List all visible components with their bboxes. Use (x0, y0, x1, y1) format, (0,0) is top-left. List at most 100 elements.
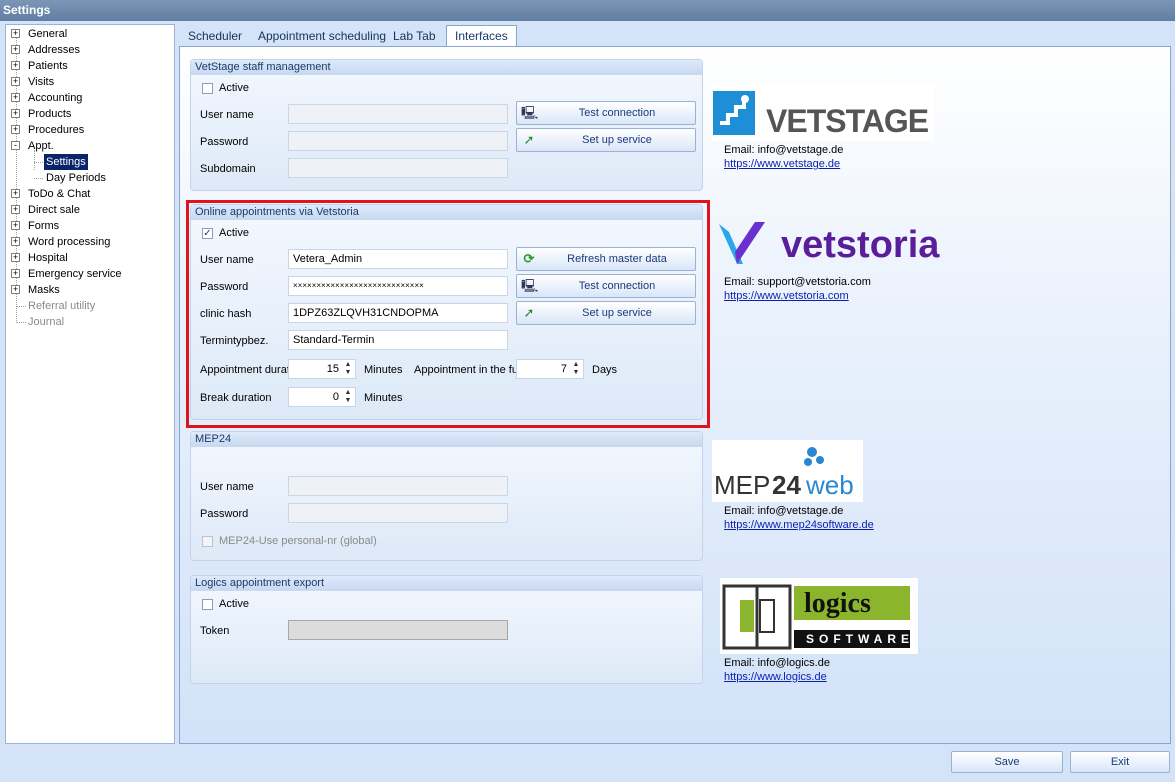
tree-item[interactable]: + Patients (6, 58, 174, 74)
monitor-icon: 🖳 (521, 105, 539, 120)
tree-item-label: Procedures (28, 124, 85, 136)
mep24-logo-text-a: MEP (714, 470, 771, 500)
tree-item[interactable]: + Masks (6, 282, 174, 298)
tree-item-label: Products (28, 108, 72, 120)
vetstage-logo: VETSTAGE (712, 85, 934, 141)
tree-item[interactable]: + Accounting (6, 90, 174, 106)
vetstoria-logo: vetstoria (715, 218, 963, 270)
tab-interfaces[interactable]: Interfaces (446, 25, 517, 47)
logics-email: Email: info@logics.de (724, 657, 830, 669)
vetstage-subdomain-label: Subdomain (200, 163, 256, 175)
exit-button[interactable]: Exit (1070, 751, 1170, 773)
vetstage-group-title: VetStage staff management (191, 60, 702, 75)
mep24-username-label: User name (200, 481, 254, 493)
mep24-logo: MEP 24 web (712, 440, 863, 502)
vetstoria-contact: Email: support@vetstoria.com https://www… (724, 276, 871, 302)
expand-icon[interactable]: + (11, 269, 20, 278)
tree-item[interactable]: + Procedures (6, 122, 174, 138)
vetstage-contact: Email: info@vetstage.de https://www.vets… (724, 144, 843, 170)
tree-item-label: Visits (28, 76, 55, 88)
tree-item-label: Direct sale (28, 204, 80, 216)
vetstage-link[interactable]: https://www.vetstage.de (724, 158, 843, 170)
logics-group-title: Logics appointment export (191, 576, 702, 591)
expand-icon[interactable]: + (11, 45, 20, 54)
tree-item[interactable]: + Word processing (6, 234, 174, 250)
save-button[interactable]: Save (951, 751, 1063, 773)
vetstoria-email: Email: support@vetstoria.com (724, 276, 871, 288)
tree-item-label: Patients (28, 60, 68, 72)
expand-icon[interactable]: + (11, 61, 20, 70)
highlight-box (186, 200, 710, 428)
tree-item-label: Accounting (28, 92, 83, 104)
logics-link[interactable]: https://www.logics.de (724, 671, 830, 683)
vetstage-logo-text: VETSTAGE (766, 103, 929, 139)
logics-token-label: Token (200, 625, 230, 637)
expand-icon[interactable]: + (11, 253, 20, 262)
vetstage-subdomain-input[interactable] (288, 158, 508, 178)
tree-item[interactable]: + Products (6, 106, 174, 122)
tab-scheduler[interactable]: Scheduler (180, 26, 250, 46)
tree-item[interactable]: Referral utility (6, 298, 174, 314)
tree-item-label: Referral utility (28, 300, 96, 312)
logics-token-input[interactable] (288, 620, 508, 640)
tree-connector (16, 306, 26, 307)
vetstage-setup-service-label: Set up service (582, 134, 652, 146)
export-arrow-icon: ➚ (523, 132, 535, 147)
expand-icon[interactable]: + (11, 205, 20, 214)
expand-icon[interactable]: + (11, 77, 20, 86)
tree-item-label: Journal (28, 316, 65, 328)
tree-item[interactable]: Day Periods (6, 170, 174, 186)
tree-item-label: Settings (44, 154, 88, 170)
mep24-password-label: Password (200, 508, 249, 520)
tree-item-label: Hospital (28, 252, 68, 264)
expand-icon[interactable]: + (11, 285, 20, 294)
tab-appointment-scheduling[interactable]: Appointment scheduling (250, 26, 394, 46)
expand-icon[interactable]: + (11, 221, 20, 230)
tree-item-label: Forms (28, 220, 60, 232)
vetstage-active-checkbox[interactable] (202, 83, 213, 94)
mep24-personal-checkbox[interactable] (202, 536, 213, 547)
tree-item-label: Appt. (28, 140, 54, 152)
tree-item-label: Masks (28, 284, 60, 296)
tree-item[interactable]: Settings (6, 154, 174, 170)
vetstage-test-connection-button[interactable]: 🖳 Test connection (516, 101, 696, 125)
tree-item[interactable]: + Emergency service (6, 266, 174, 282)
logics-active-checkbox[interactable] (202, 599, 213, 610)
tree-connector (34, 162, 43, 163)
mep24-password-input[interactable] (288, 503, 508, 523)
tree-item[interactable]: + General (6, 26, 174, 42)
settings-tree[interactable]: + General + Addresses + Patients + Visits + Accou… (5, 24, 175, 744)
vetstoria-link[interactable]: https://www.vetstoria.com (724, 290, 871, 302)
vetstage-password-input[interactable] (288, 131, 508, 151)
expand-icon[interactable]: + (11, 237, 20, 246)
tree-item-label: Emergency service (28, 268, 122, 280)
mep24-link[interactable]: https://www.mep24software.de (724, 519, 874, 531)
tree-item[interactable]: Journal (6, 314, 174, 330)
tab-lab-tab[interactable]: Lab Tab (385, 26, 444, 46)
expand-icon[interactable]: + (11, 93, 20, 102)
vetstage-active-label: Active (219, 82, 249, 94)
tree-item-label: Day Periods (46, 172, 106, 184)
tree-item[interactable]: + Forms (6, 218, 174, 234)
expand-icon[interactable]: + (11, 29, 20, 38)
tree-item-label: General (28, 28, 68, 40)
tree-connector (16, 322, 26, 323)
tree-item[interactable]: + Addresses (6, 42, 174, 58)
tree-item[interactable]: + ToDo & Chat (6, 186, 174, 202)
mep24-contact: Email: info@vetstage.de https://www.mep2… (724, 505, 874, 531)
expand-icon[interactable]: + (11, 109, 20, 118)
vetstage-username-input[interactable] (288, 104, 508, 124)
collapse-icon[interactable]: - (11, 141, 20, 150)
tree-item[interactable]: + Direct sale (6, 202, 174, 218)
expand-icon[interactable]: + (11, 189, 20, 198)
mep24-logo-text-b: 24 (772, 470, 801, 500)
logics-logo-text: logics (804, 588, 871, 619)
vetstage-setup-service-button[interactable]: ➚ Set up service (516, 128, 696, 152)
tree-item[interactable]: - Appt. (6, 138, 174, 154)
expand-icon[interactable]: + (11, 125, 20, 134)
tree-item[interactable]: + Hospital (6, 250, 174, 266)
logics-logo: logics SOFTWARE (720, 578, 918, 654)
tree-item[interactable]: + Visits (6, 74, 174, 90)
tree-connector (34, 178, 43, 179)
mep24-username-input[interactable] (288, 476, 508, 496)
